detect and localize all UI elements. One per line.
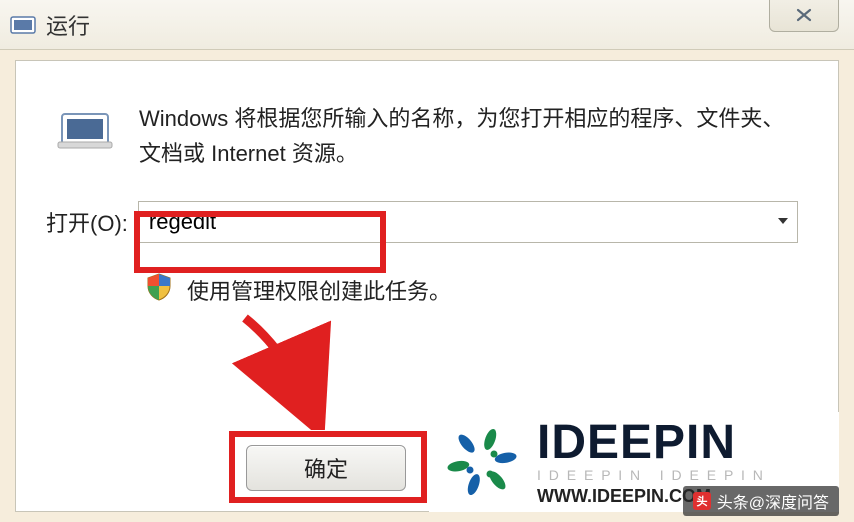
ideepin-logo-icon bbox=[439, 419, 525, 505]
ok-button[interactable]: 确定 bbox=[246, 445, 406, 491]
open-input[interactable] bbox=[138, 201, 798, 243]
run-dialog-icon bbox=[56, 106, 114, 171]
title-bar: 运行 bbox=[0, 0, 854, 50]
open-combobox[interactable] bbox=[138, 201, 798, 243]
window-title: 运行 bbox=[46, 9, 90, 41]
source-badge: 头 头条@深度问答 bbox=[683, 486, 839, 516]
brand-sub: I D E E P I N I D E E P I N bbox=[537, 468, 765, 483]
dialog-description: Windows 将根据您所输入的名称，为您打开相应的程序、文件夹、文档或 Int… bbox=[139, 101, 798, 171]
brand-name: IDEEPIN bbox=[537, 418, 765, 468]
close-button[interactable] bbox=[769, 0, 839, 32]
admin-note: 使用管理权限创建此任务。 bbox=[187, 274, 451, 306]
open-label: 打开(O): bbox=[46, 206, 128, 238]
shield-icon bbox=[146, 273, 172, 306]
run-app-icon bbox=[10, 14, 36, 36]
svg-text:头: 头 bbox=[696, 494, 707, 508]
toutiao-icon: 头 bbox=[693, 492, 711, 510]
close-icon bbox=[795, 8, 813, 22]
